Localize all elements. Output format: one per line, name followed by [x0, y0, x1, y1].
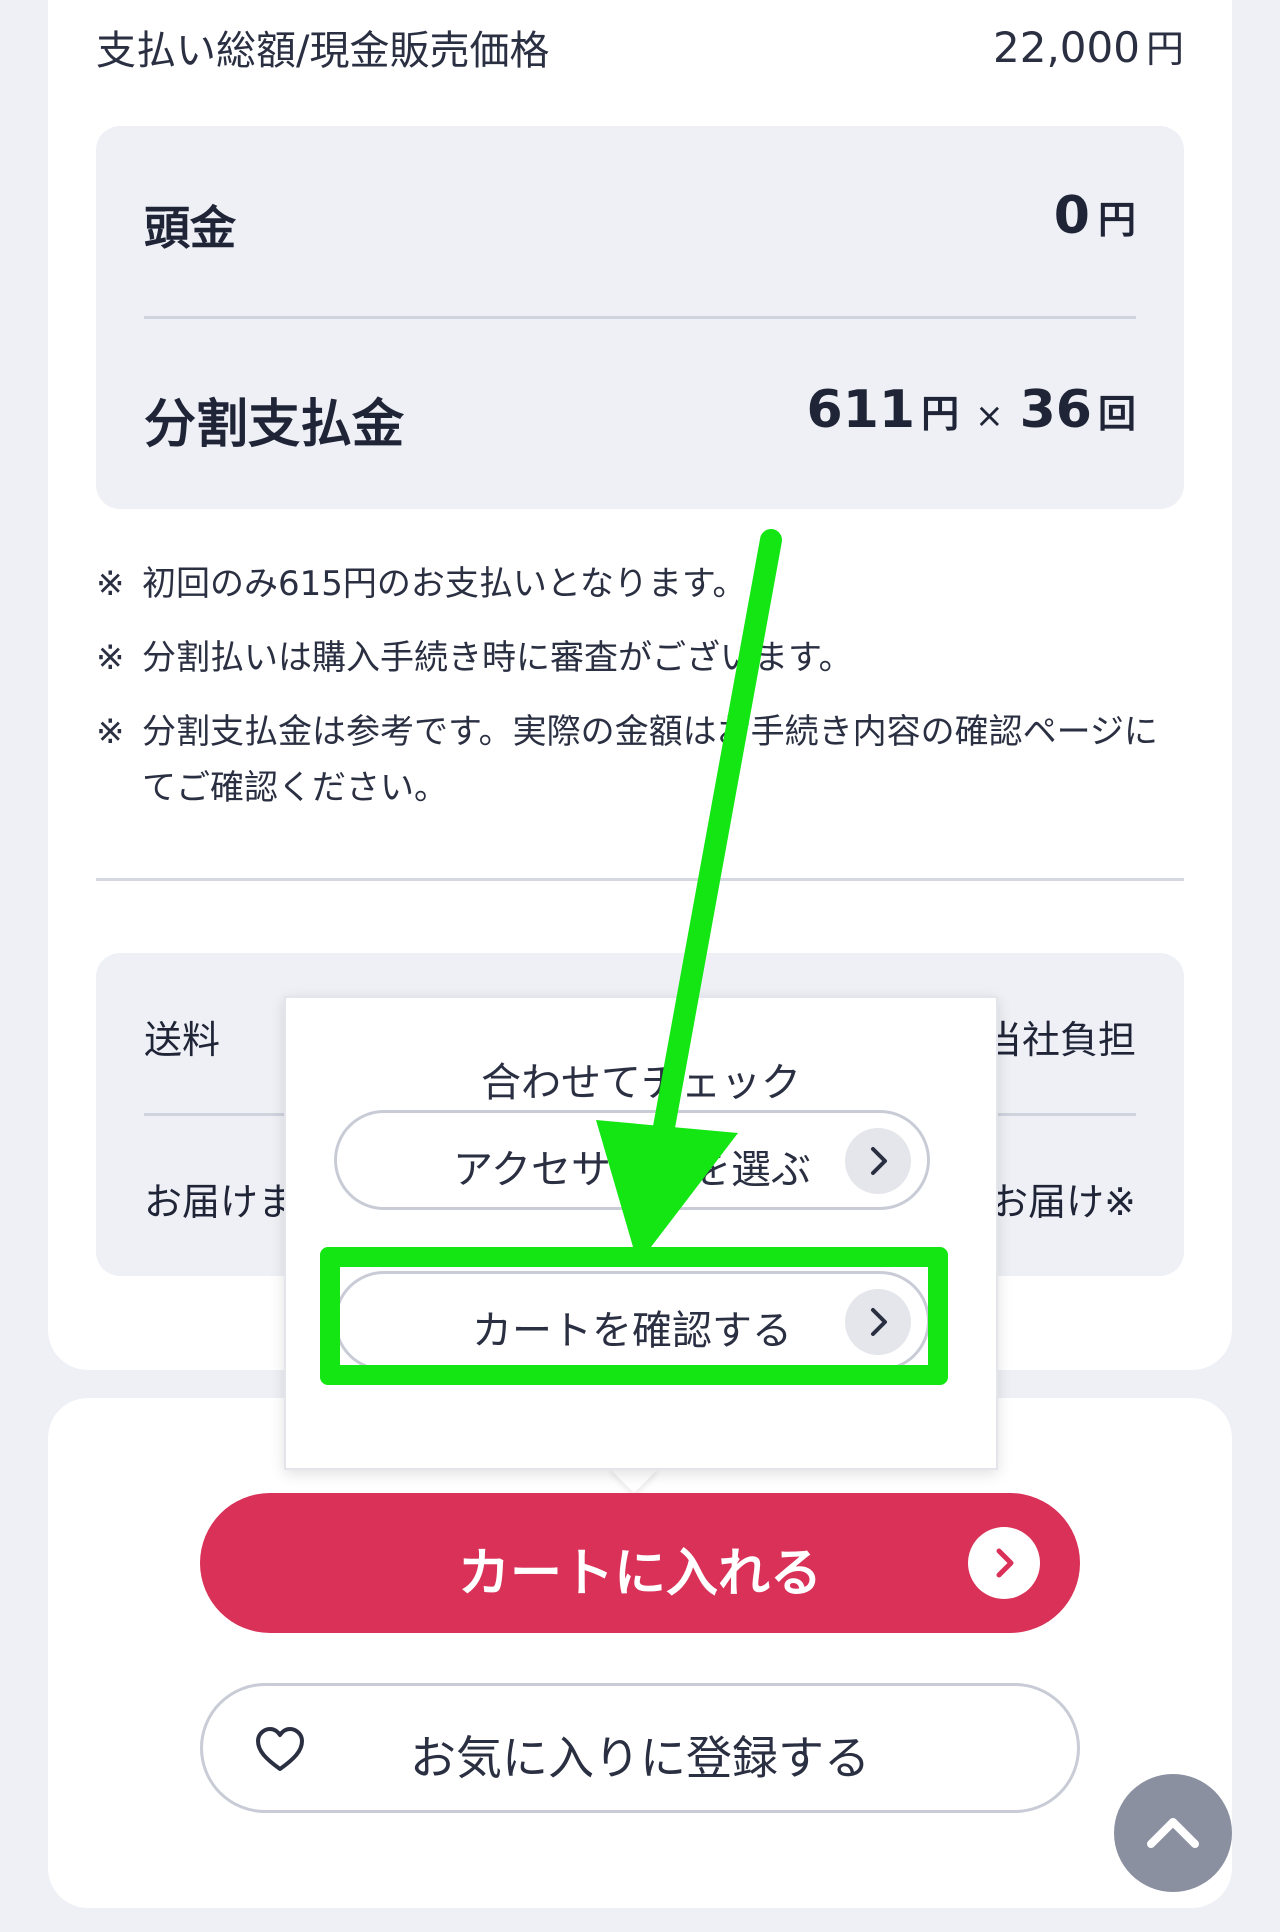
- note-item: ※ 分割払いは購入手続き時に審査がございます。: [96, 630, 1186, 686]
- scroll-to-top-button[interactable]: [1114, 1774, 1232, 1892]
- note-text: 分割払いは購入手続き時に審査がございます。: [142, 638, 853, 678]
- payment-divider: [144, 316, 1136, 319]
- popup-title: 合わせてチェック: [481, 1060, 801, 1106]
- down-payment-label: 頭金: [144, 201, 236, 255]
- down-payment-unit: 円: [1097, 198, 1136, 242]
- down-payment-value: 0円: [1054, 186, 1136, 246]
- installment-label: 分割支払金: [144, 395, 405, 455]
- payment-notes: ※ 初回のみ615円のお支払いとなります。 ※ 分割払いは購入手続き時に審査がござい…: [96, 556, 1186, 834]
- note-item: ※ 分割支払金は参考です。実際の金額はお手続き内容の確認ページにてご確認ください。: [96, 704, 1186, 816]
- total-price-label: 支払い総額/現金販売価格: [96, 28, 550, 74]
- chevron-right-icon: [845, 1128, 911, 1194]
- select-accessory-button[interactable]: アクセサリーを選ぶ: [334, 1110, 930, 1210]
- installment-value: 611 円 × 36 回: [807, 380, 1136, 440]
- installment-count: 36: [1019, 380, 1092, 440]
- down-payment-amount: 0: [1053, 186, 1090, 246]
- installment-count-unit: 回: [1097, 392, 1136, 436]
- section-divider: [96, 878, 1184, 881]
- note-item: ※ 初回のみ615円のお支払いとなります。: [96, 556, 1186, 612]
- payment-box: 頭金 0円 分割支払金 611 円 × 36 回: [96, 126, 1184, 509]
- delivery-value: お届け※: [990, 1180, 1136, 1224]
- note-text: 初回のみ615円のお支払いとなります。: [142, 564, 747, 604]
- installment-unit: 円: [921, 392, 960, 436]
- note-mark: ※: [96, 638, 125, 678]
- add-favorite-button[interactable]: お気に入りに登録する: [200, 1683, 1080, 1813]
- total-price-unit: 円: [1145, 27, 1184, 71]
- chevron-right-icon: [968, 1527, 1040, 1599]
- add-to-cart-button[interactable]: カートに入れる: [200, 1493, 1080, 1633]
- note-text: 分割支払金は参考です。実際の金額はお手続き内容の確認ページにてご確認ください。: [142, 712, 1158, 808]
- add-to-cart-label: カートに入れる: [457, 1544, 822, 1604]
- times-symbol: ×: [975, 396, 1004, 436]
- add-favorite-label: お気に入りに登録する: [410, 1731, 870, 1785]
- check-together-popup: 合わせてチェック アクセサリーを選ぶ カートを確認する: [284, 996, 998, 1470]
- highlight-box: [320, 1247, 948, 1385]
- note-mark: ※: [96, 712, 125, 752]
- shipping-fee-label: 送料: [144, 1018, 221, 1062]
- chevron-up-icon: [1147, 1818, 1199, 1848]
- shipping-fee-value: 当社負担: [983, 1018, 1136, 1062]
- installment-amount: 611: [806, 380, 916, 440]
- note-mark: ※: [96, 564, 125, 604]
- total-price-value: 22,000 円: [993, 18, 1184, 73]
- select-accessory-label: アクセサリーを選ぶ: [453, 1147, 811, 1193]
- total-price-amount: 22,000: [993, 23, 1140, 72]
